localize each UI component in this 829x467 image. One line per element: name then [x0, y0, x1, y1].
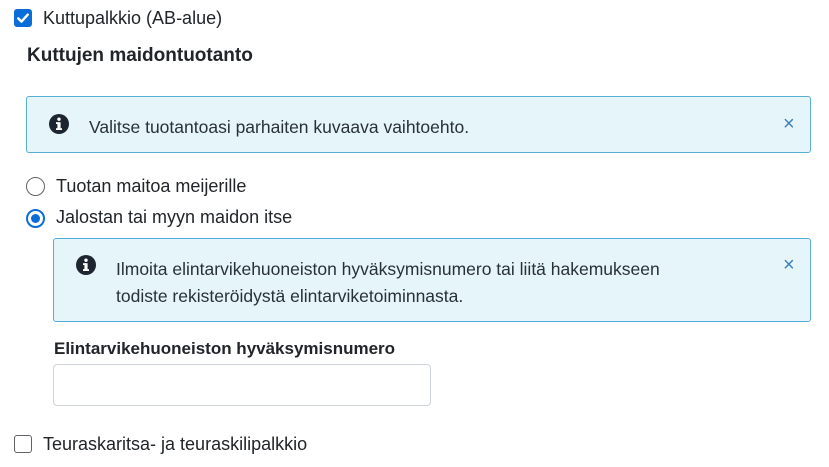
close-icon[interactable]: ×: [783, 114, 795, 134]
goat-premium-label[interactable]: Kuttupalkkio (AB-alue): [43, 8, 222, 28]
info-alert-approval-number: Ilmoita elintarvikehuoneiston hyväksymis…: [53, 238, 811, 322]
info-icon: [49, 114, 69, 134]
info-alert-line-1: Ilmoita elintarvikehuoneiston hyväksymis…: [116, 259, 660, 279]
radio-milk-to-dairy[interactable]: [26, 177, 45, 196]
checkmark-icon: [17, 13, 29, 23]
approval-number-input[interactable]: [53, 364, 431, 406]
info-alert-text: Valitse tuotantoasi parhaiten kuvaava va…: [89, 117, 470, 137]
close-icon[interactable]: ×: [783, 255, 795, 275]
info-icon: [76, 255, 96, 275]
goat-premium-checkbox[interactable]: [14, 9, 32, 27]
radio-process-own-milk[interactable]: [26, 209, 45, 228]
approval-number-label: Elintarvikehuoneiston hyväksymisnumero: [54, 339, 396, 358]
radio-process-own-milk-label[interactable]: Jalostan tai myyn maidon itse: [56, 207, 292, 227]
slaughter-premium-checkbox[interactable]: [14, 435, 32, 453]
radio-milk-to-dairy-label[interactable]: Tuotan maitoa meijerille: [56, 176, 246, 196]
section-heading: Kuttujen maidontuotanto: [27, 45, 253, 66]
slaughter-premium-label[interactable]: Teuraskaritsa- ja teuraskilipalkkio: [43, 434, 307, 454]
info-alert-production-choice: Valitse tuotantoasi parhaiten kuvaava va…: [26, 96, 811, 153]
info-alert-line-2: todiste rekisteröidystä elintarviketoimi…: [116, 286, 464, 306]
